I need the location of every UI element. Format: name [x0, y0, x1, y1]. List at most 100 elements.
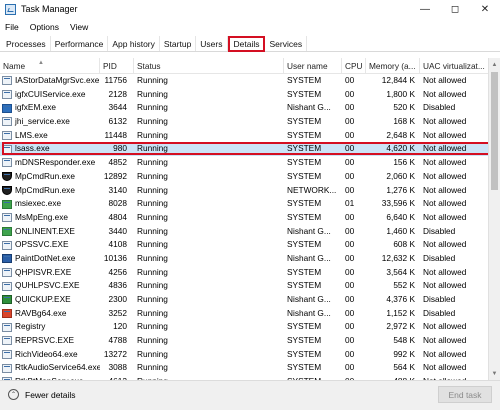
cell-mem: 4,376 K: [386, 294, 415, 304]
scroll-up-icon[interactable]: ▲: [489, 59, 500, 70]
table-row[interactable]: MpCmdRun.exe 3140 Running NETWORK... 00 1,276…: [0, 184, 488, 198]
process-name: igfxEM.exe: [15, 102, 57, 113]
column-memory[interactable]: Memory (a...: [366, 58, 420, 74]
end-task-button[interactable]: End task: [438, 386, 492, 403]
cell-status: Running: [137, 143, 168, 154]
cell-status: Running: [137, 102, 168, 113]
minimize-button[interactable]: —: [410, 0, 440, 18]
process-name: QHPISVR.EXE: [15, 266, 72, 277]
process-icon: [2, 281, 12, 291]
table-row[interactable]: igfxCUIService.exe 2128 Running SYSTEM 00 1,8…: [0, 88, 488, 102]
menu-options[interactable]: Options: [30, 22, 59, 32]
process-list: IAStorDataMgrSvc.exe 11756 Running SYSTEM 00…: [0, 74, 488, 380]
table-row[interactable]: QUHLPSVC.EXE 4836 Running SYSTEM 00 552 K Not …: [0, 279, 488, 293]
fewer-details-link[interactable]: ⌃ Fewer details: [8, 389, 76, 400]
table-row[interactable]: REPRSVC.EXE 4788 Running SYSTEM 00 548 K Not a…: [0, 334, 488, 348]
cell-mem: 1,460 K: [386, 225, 415, 236]
cell-cpu: 00: [345, 170, 355, 181]
column-user-name[interactable]: User name: [284, 58, 342, 74]
title-bar: Task Manager — ◻ ✕: [0, 0, 500, 18]
process-name: RAVBg64.exe: [15, 307, 67, 318]
process-icon: [2, 158, 12, 168]
table-row[interactable]: lsass.exe 980 Running SYSTEM 00 4,620 K Not al…: [0, 142, 488, 157]
cell-mem: 3,564 K: [386, 266, 415, 277]
cell-pid: 11756: [104, 75, 127, 85]
table-row[interactable]: MpCmdRun.exe 12892 Running SYSTEM 00 2,060 K N…: [0, 170, 488, 184]
table-row[interactable]: mDNSResponder.exe 4852 Running SYSTEM 00 156 …: [0, 156, 488, 170]
cell-user: SYSTEM: [287, 266, 322, 277]
process-icon: [2, 267, 12, 277]
cell-name: RAVBg64.exe: [0, 307, 100, 321]
table-row[interactable]: RichVideo64.exe 13272 Running SYSTEM 00 992 K…: [0, 348, 488, 362]
cell-status: Running: [137, 116, 168, 127]
process-name: igfxCUIService.exe: [15, 88, 86, 99]
process-icon: [2, 199, 12, 209]
cell-name: RichVideo64.exe: [0, 348, 100, 362]
tab-app-history[interactable]: App history: [108, 36, 160, 51]
close-button[interactable]: ✕: [470, 0, 500, 18]
cell-user: SYSTEM: [287, 75, 322, 85]
cell-cpu: 00: [345, 102, 355, 113]
table-row[interactable]: IAStorDataMgrSvc.exe 11756 Running SYSTEM 00…: [0, 74, 488, 88]
cell-status: Running: [137, 129, 168, 140]
column-pid[interactable]: PID: [100, 58, 134, 74]
table-row[interactable]: MsMpEng.exe 4804 Running SYSTEM 00 6,640 K Not…: [0, 211, 488, 225]
table-row[interactable]: jhi_service.exe 6132 Running SYSTEM 00 168 K N…: [0, 115, 488, 129]
cell-mem: 6,640 K: [386, 211, 415, 222]
process-icon: [2, 90, 12, 100]
cell-uac: Disabled: [423, 294, 456, 304]
tab-users[interactable]: Users: [196, 36, 228, 51]
cell-pid: 2300: [108, 294, 127, 304]
tab-processes[interactable]: Processes: [2, 36, 51, 51]
cell-uac: Not allowed: [423, 348, 467, 359]
cell-cpu: 00: [345, 307, 355, 318]
cell-name: QUHLPSVC.EXE: [0, 279, 100, 293]
cell-cpu: 00: [345, 75, 355, 85]
cell-pid: 3140: [108, 184, 127, 195]
process-icon: [2, 117, 12, 127]
process-name: MpCmdRun.exe: [15, 184, 75, 195]
process-name: Registry: [15, 321, 46, 332]
menu-view[interactable]: View: [70, 22, 88, 32]
process-name: MpCmdRun.exe: [15, 170, 75, 181]
scroll-thumb[interactable]: [491, 72, 498, 190]
table-row[interactable]: QUICKUP.EXE 2300 Running Nishant G... 00 4,37…: [0, 293, 488, 307]
menu-bar: File Options View: [0, 19, 99, 34]
table-row[interactable]: msiexec.exe 8028 Running SYSTEM 01 33,596 K No…: [0, 197, 488, 211]
table-row[interactable]: QHPISVR.EXE 4256 Running SYSTEM 00 3,564 K Not…: [0, 266, 488, 280]
cell-name: msiexec.exe: [0, 197, 100, 211]
table-row[interactable]: OPSSVC.EXE 4108 Running SYSTEM 00 608 K Not al…: [0, 238, 488, 252]
table-row[interactable]: igfxEM.exe 3644 Running Nishant G... 00 520 K…: [0, 101, 488, 115]
column-cpu[interactable]: CPU: [342, 58, 366, 74]
tab-services[interactable]: Services: [265, 36, 308, 51]
cell-mem: 2,060 K: [386, 170, 415, 181]
process-name: jhi_service.exe: [15, 116, 70, 127]
cell-user: SYSTEM: [287, 321, 322, 332]
cell-pid: 10136: [103, 252, 127, 263]
cell-uac: Disabled: [423, 102, 456, 113]
table-row[interactable]: ONLINENT.EXE 3440 Running Nishant G... 00 1,4…: [0, 225, 488, 239]
process-icon: [2, 295, 12, 305]
process-icon: [2, 172, 12, 182]
table-row[interactable]: LMS.exe 11448 Running SYSTEM 00 2,648 K Not al…: [0, 129, 488, 143]
cell-cpu: 00: [345, 362, 355, 373]
menu-file[interactable]: File: [5, 22, 19, 32]
vertical-scrollbar[interactable]: ▲ ▼: [488, 58, 500, 380]
table-row[interactable]: RtkAudioService64.exe 3088 Running SYSTEM 00…: [0, 361, 488, 375]
column-name[interactable]: Name ▲: [0, 58, 100, 74]
table-row[interactable]: Registry 120 Running SYSTEM 00 2,972 K Not all…: [0, 320, 488, 334]
column-status[interactable]: Status: [134, 58, 284, 74]
table-row[interactable]: RAVBg64.exe 3252 Running Nishant G... 00 1,15…: [0, 307, 488, 321]
cell-pid: 4788: [108, 335, 127, 346]
details-table: Name ▲ PID Status User name CPU Memory (…: [0, 58, 500, 380]
tab-startup[interactable]: Startup: [160, 36, 197, 51]
scroll-down-icon[interactable]: ▼: [489, 368, 500, 379]
table-row[interactable]: PaintDotNet.exe 10136 Running Nishant G... 0…: [0, 252, 488, 266]
column-uac[interactable]: UAC virtualizat...: [420, 58, 488, 74]
cell-status: Running: [137, 348, 168, 359]
cell-name: jhi_service.exe: [0, 115, 100, 129]
maximize-button[interactable]: ◻: [440, 0, 470, 18]
tab-details[interactable]: Details: [227, 36, 266, 52]
cell-pid: 3252: [108, 307, 127, 318]
tab-performance[interactable]: Performance: [51, 36, 109, 51]
